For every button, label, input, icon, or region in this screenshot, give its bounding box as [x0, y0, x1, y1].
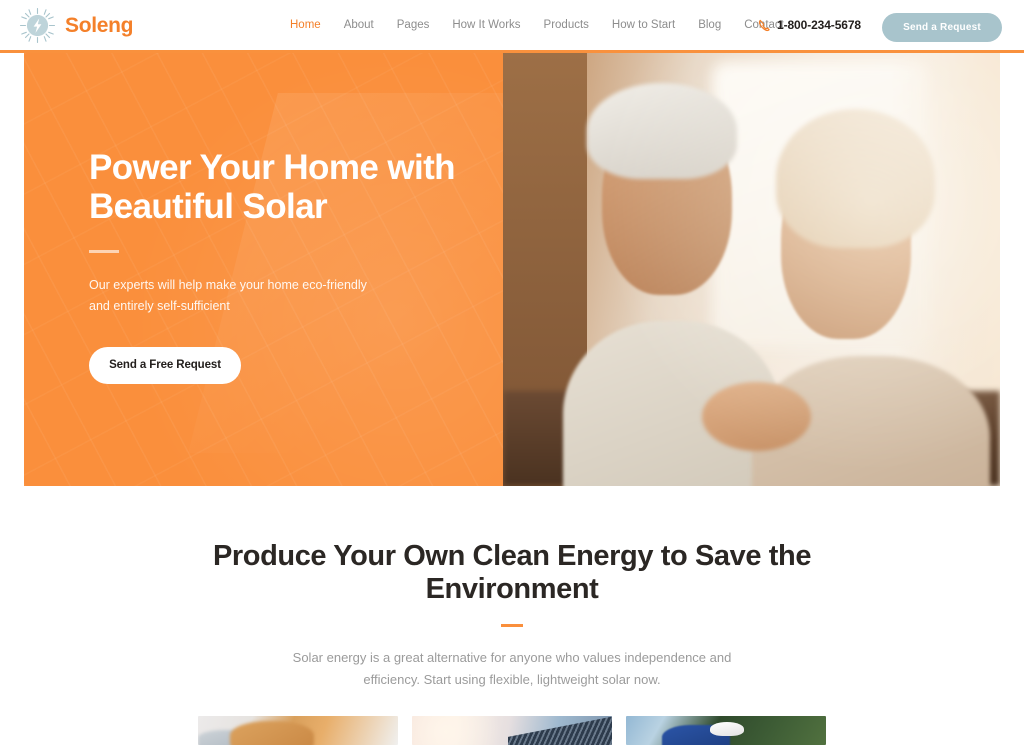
hero-image — [503, 53, 1000, 486]
phone-icon — [758, 19, 771, 32]
sun-bolt-icon — [18, 6, 57, 45]
hero-content-panel: Power Your Home with Beautiful Solar Our… — [24, 53, 503, 486]
feature-card-image-2[interactable] — [412, 716, 612, 745]
hero-title: Power Your Home with Beautiful Solar — [89, 148, 456, 227]
nav-item-products[interactable]: Products — [544, 19, 589, 31]
hero-subtitle: Our experts will help make your home eco… — [89, 278, 367, 313]
send-request-button[interactable]: Send a Request — [882, 13, 1002, 42]
phone-number: 1-800-234-5678 — [777, 18, 862, 32]
hero-section: Power Your Home with Beautiful Solar Our… — [24, 53, 1000, 486]
nav-item-how-to-start[interactable]: How to Start — [612, 19, 675, 31]
logo[interactable]: Soleng — [18, 6, 134, 45]
phone-link[interactable]: 1-800-234-5678 — [758, 0, 861, 50]
nav-item-home[interactable]: Home — [290, 19, 321, 31]
intro-section: Produce Your Own Clean Energy to Save th… — [0, 540, 1024, 691]
feature-card-image-1[interactable] — [198, 716, 398, 745]
nav-item-blog[interactable]: Blog — [698, 19, 721, 31]
section-description: Solar energy is a great alternative for … — [292, 650, 732, 687]
feature-card-image-3[interactable] — [626, 716, 826, 745]
site-header: Soleng Home About Pages How It Works Pro… — [0, 0, 1024, 50]
feature-cards — [0, 716, 1024, 745]
nav-item-about[interactable]: About — [344, 19, 374, 31]
hero-divider — [89, 250, 119, 254]
main-nav: Home About Pages How It Works Products H… — [290, 0, 784, 50]
nav-item-pages[interactable]: Pages — [397, 19, 430, 31]
nav-item-how-it-works[interactable]: How It Works — [452, 19, 520, 31]
section-title: Produce Your Own Clean Energy to Save th… — [212, 540, 812, 606]
section-divider — [501, 624, 523, 628]
logo-text: Soleng — [65, 13, 134, 37]
send-free-request-button[interactable]: Send a Free Request — [89, 346, 241, 384]
